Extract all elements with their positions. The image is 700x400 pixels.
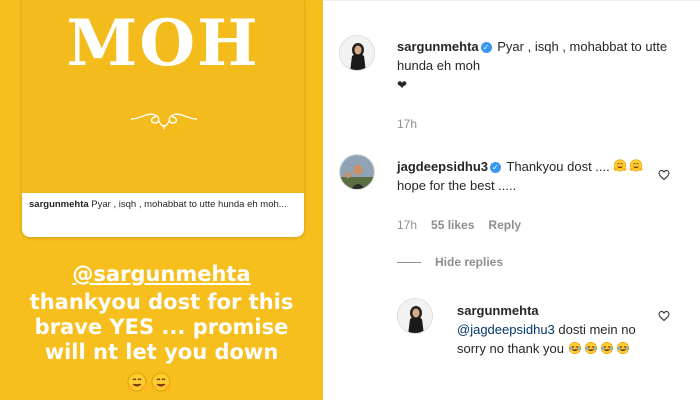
comment-timestamp[interactable]: 17h <box>397 117 417 131</box>
comment-likes-count[interactable]: 55 likes <box>431 218 474 232</box>
comment-meta: 17h <box>397 117 417 131</box>
verified-badge-icon: ✓ <box>480 42 492 53</box>
hugging-face-icon <box>151 372 171 392</box>
hugging-face-icon <box>630 159 643 172</box>
verified-badge-icon: ✓ <box>490 162 502 173</box>
hide-replies-toggle[interactable]: Hide replies <box>397 255 503 269</box>
story-emoji-row <box>126 372 172 394</box>
shared-post-card[interactable]: MOH sargunmehta Pyar , isqh , mohabbat t… <box>22 0 304 237</box>
reply-mention[interactable]: @jagdeepsidhu3 <box>457 322 555 337</box>
comment-username[interactable]: sargunmehta <box>397 39 479 54</box>
post-title: MOH <box>66 6 260 81</box>
story-mention[interactable]: @sargunmehta <box>0 262 323 287</box>
comment-body: Thankyou dost .... <box>506 159 610 174</box>
avatar-photo <box>398 299 432 333</box>
avatar-photo <box>340 36 374 70</box>
comment-username[interactable]: jagdeepsidhu3 <box>397 159 488 174</box>
comment-body-continued: hope for the best ..... <box>397 178 517 193</box>
like-heart-icon[interactable] <box>658 169 670 181</box>
story-body-text: thankyou dost for this brave YES ... pro… <box>29 290 294 364</box>
avatar[interactable] <box>397 298 433 334</box>
laughing-face-icon <box>568 341 581 355</box>
laughing-face-icon <box>600 341 613 355</box>
hide-replies-label: Hide replies <box>435 255 504 269</box>
reply-text: sargunmehta @jagdeepsidhu3 dosti mein no… <box>457 301 657 358</box>
hugging-face-icon <box>127 372 147 392</box>
laughing-face-icon <box>616 341 629 355</box>
comments-panel: sargunmehta ✓ Pyar , isqh , mohabbat to u… <box>323 0 700 400</box>
ornament-icon <box>130 113 198 129</box>
like-heart-icon[interactable] <box>658 310 670 322</box>
post-caption: sargunmehta Pyar , isqh , mohabbat to ut… <box>22 193 304 237</box>
post-caption-text: Pyar , isqh , mohabbat to utte hunda eh … <box>91 199 287 210</box>
comment-timestamp[interactable]: 17h <box>397 218 417 232</box>
divider-line <box>397 261 421 263</box>
story-panel: MOH sargunmehta Pyar , isqh , mohabbat t… <box>0 0 323 400</box>
laughing-face-icon <box>584 341 597 355</box>
hugging-face-icon <box>614 159 627 172</box>
comment-text: jagdeepsidhu3 ✓ Thankyou dost .... hope f… <box>397 157 657 195</box>
avatar-photo <box>340 155 374 189</box>
avatar[interactable] <box>339 35 375 71</box>
reply-username[interactable]: sargunmehta <box>457 303 539 318</box>
black-heart-icon: ❤ <box>397 78 408 92</box>
post-caption-username[interactable]: sargunmehta <box>29 199 89 210</box>
comment-meta: 17h 55 likes Reply <box>397 218 521 232</box>
avatar[interactable] <box>339 154 375 190</box>
reply-button[interactable]: Reply <box>488 218 521 232</box>
comment-text: sargunmehta ✓ Pyar , isqh , mohabbat to u… <box>397 37 687 95</box>
